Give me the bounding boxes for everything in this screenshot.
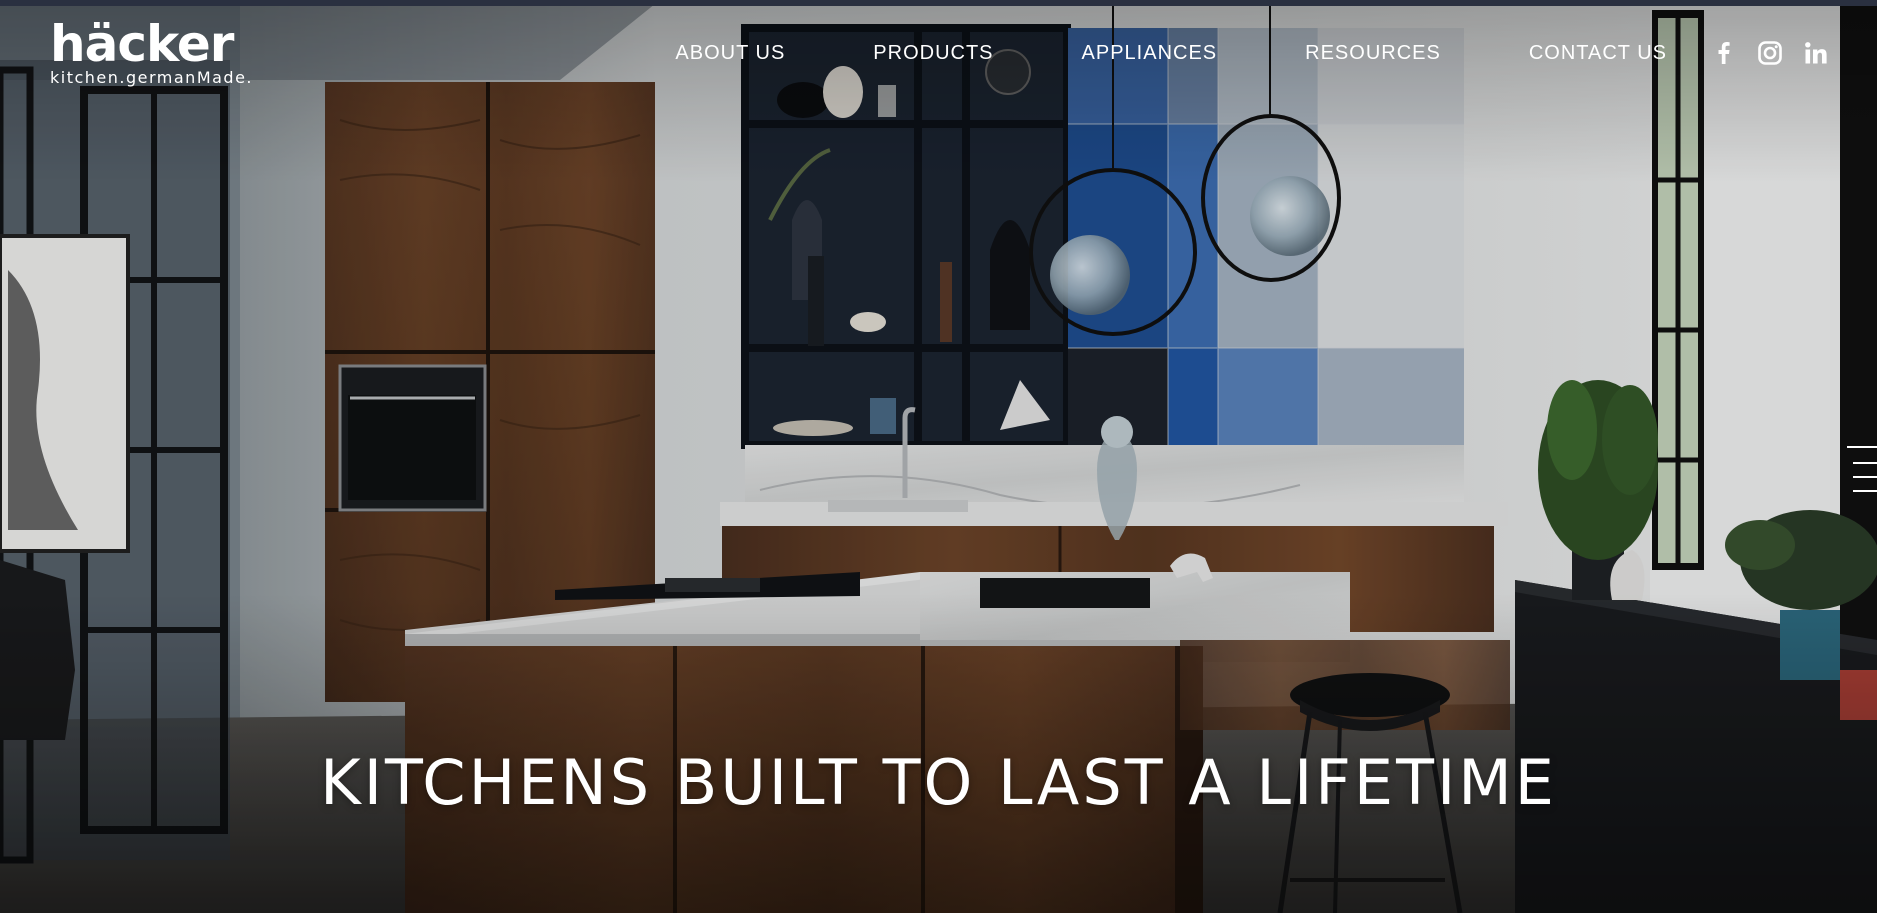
- facebook-icon[interactable]: [1711, 40, 1737, 66]
- nav-about-us[interactable]: ABOUT US: [675, 42, 785, 65]
- nav-contact-us[interactable]: CONTACT US: [1529, 42, 1667, 65]
- brand-name: häcker: [50, 15, 234, 73]
- brand-tagline: kitchen.germanMade.: [50, 68, 254, 87]
- social-links: [1711, 40, 1829, 66]
- nav-resources[interactable]: RESOURCES: [1305, 42, 1441, 65]
- hero-headline: KITCHENS BUILT TO LAST A LIFETIME: [320, 745, 1557, 819]
- nav-products[interactable]: PRODUCTS: [873, 42, 993, 65]
- instagram-icon[interactable]: [1757, 40, 1783, 66]
- hamburger-icon: [1847, 446, 1877, 492]
- top-border: [0, 0, 1877, 6]
- main-navigation: ABOUT US PRODUCTS APPLIANCES RESOURCES C…: [675, 42, 1667, 65]
- brand-logo[interactable]: häcker kitchen.germanMade.: [50, 15, 254, 87]
- nav-appliances[interactable]: APPLIANCES: [1082, 42, 1218, 65]
- menu-toggle-button[interactable]: [1843, 445, 1877, 493]
- hero-section: häcker kitchen.germanMade. ABOUT US PROD…: [0, 0, 1877, 913]
- linkedin-icon[interactable]: [1803, 40, 1829, 66]
